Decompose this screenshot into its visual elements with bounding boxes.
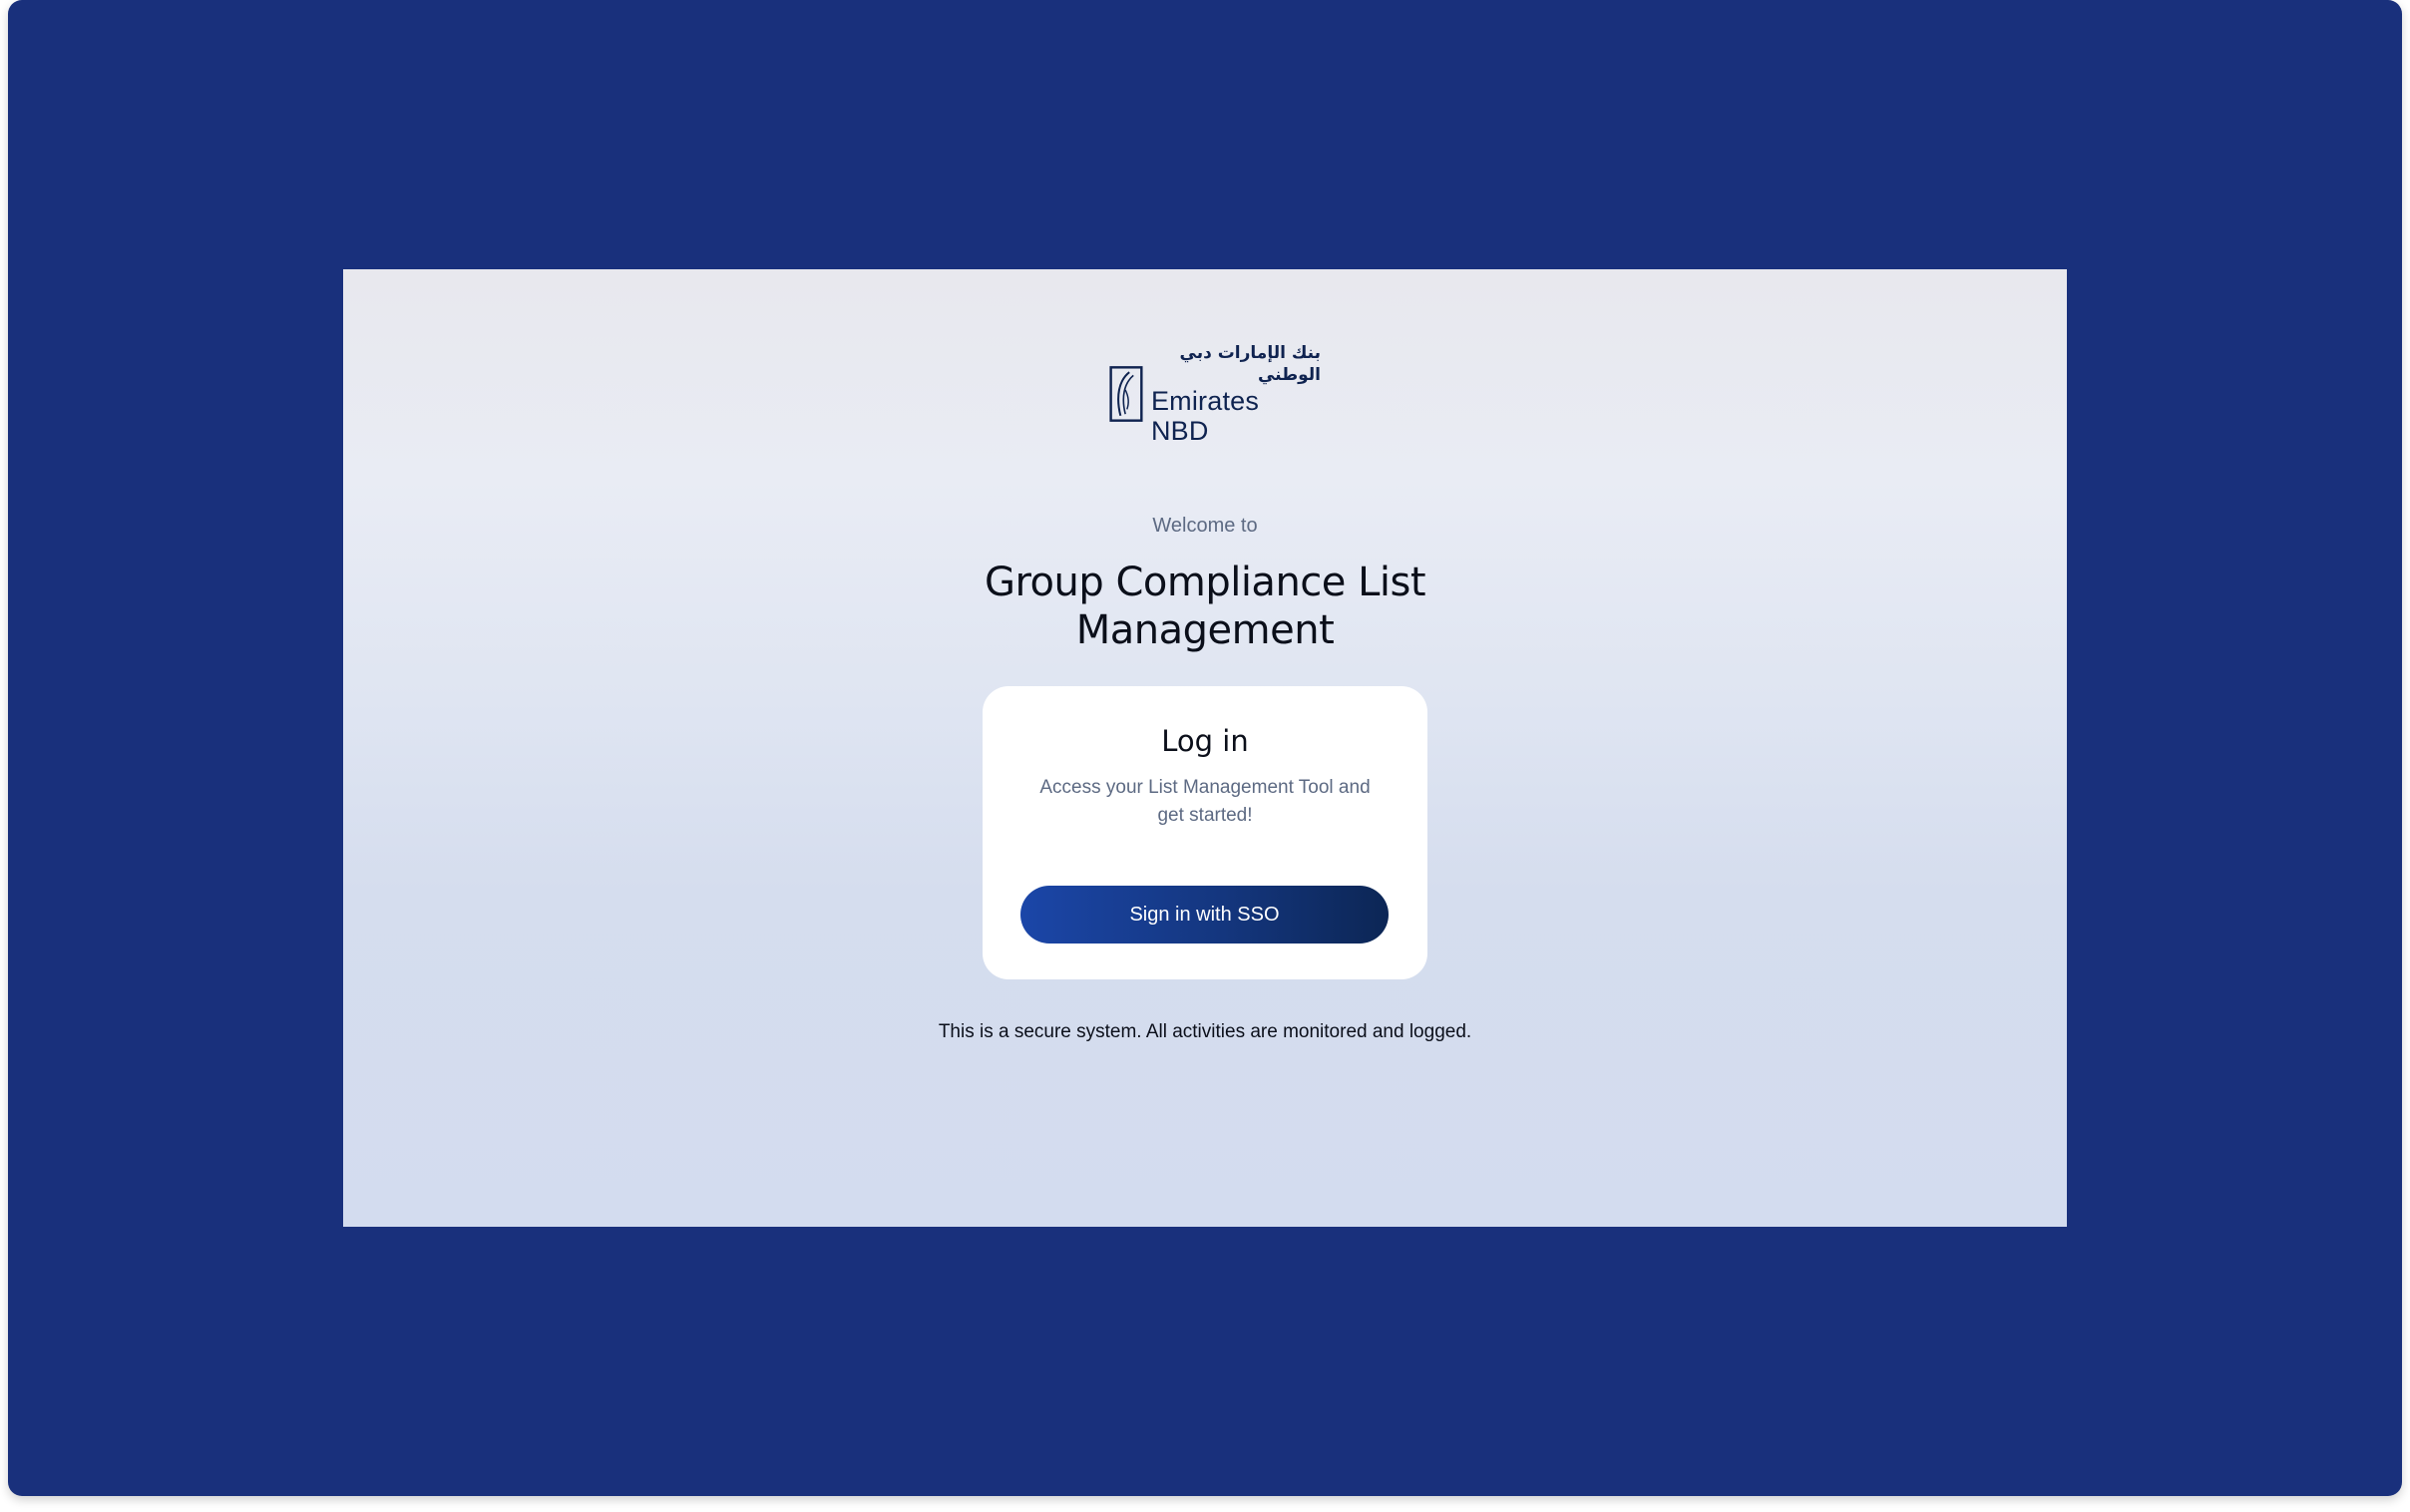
sign-in-sso-button[interactable]: Sign in with SSO	[1020, 886, 1389, 944]
page-title: Group Compliance List Management	[984, 560, 1426, 653]
login-card: Log in Access your List Management Tool …	[983, 686, 1427, 979]
brand-english-name: Emirates NBD	[1150, 386, 1260, 446]
login-card-subtitle: Access your List Management Tool and get…	[1039, 777, 1371, 826]
security-notice: This is a secure system. All activities …	[938, 1021, 1472, 1042]
brand-logo: بنك الإمارات دبي الوطني Emirates NBD	[1109, 343, 1322, 446]
brand-wordmark: بنك الإمارات دبي الوطني Emirates NBD	[1150, 342, 1322, 446]
welcome-text: Welcome to	[1152, 515, 1258, 537]
brand-arabic-name: بنك الإمارات دبي الوطني	[1179, 343, 1322, 385]
login-screen: بنك الإمارات دبي الوطني Emirates NBD Wel…	[343, 269, 2067, 1227]
login-card-title: Log in	[1161, 724, 1249, 758]
device-frame: بنك الإمارات دبي الوطني Emirates NBD Wel…	[8, 0, 2402, 1496]
emirates-nbd-logo-icon	[1109, 366, 1143, 422]
